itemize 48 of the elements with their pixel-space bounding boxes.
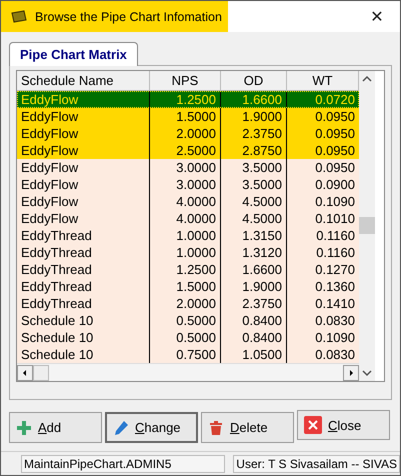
delete-button[interactable]: Delete: [201, 412, 294, 443]
table-row[interactable]: Schedule 10 0.5000 0.8400 0.1090: [17, 329, 359, 346]
pencil-icon: [113, 420, 129, 436]
table-cell-text: 0.1160: [315, 227, 356, 244]
table-row[interactable]: EddyThread 1.0000 1.3120 0.1160: [17, 244, 359, 261]
table-row[interactable]: EddyThread 1.0000 1.3150 0.1160: [17, 227, 359, 244]
table-row[interactable]: EddyFlow 1.5000 1.9000 0.0950: [17, 108, 359, 125]
trash-icon: [208, 420, 224, 436]
table-row[interactable]: EddyThread 1.2500 1.6600 0.1270: [17, 261, 359, 278]
table-row[interactable]: EddyFlow 4.0000 4.5000 0.1090: [17, 193, 359, 210]
change-button[interactable]: Change: [105, 412, 198, 443]
table-cell-text: 0.1360: [314, 278, 356, 295]
tab[interactable]: Pipe Chart Matrix: [9, 42, 138, 66]
table-row[interactable]: EddyFlow 4.0000 4.5000 0.1010: [17, 210, 359, 227]
table-cell-text: 0.1160: [315, 244, 356, 261]
table-cell-text: 0.1090: [314, 193, 356, 210]
table-cell-text: 0.0950: [314, 159, 356, 176]
table-row[interactable]: EddyFlow 3.0000 3.5000 0.0900: [17, 176, 359, 193]
status-panel: User: T S Sivasailam -- SIVAS: [233, 455, 400, 473]
add-button[interactable]: Add: [9, 412, 102, 443]
table-row[interactable]: EddyThread 1.5000 1.9000 0.1360: [17, 278, 359, 295]
plus-icon: [16, 420, 32, 436]
table-cell-text: 0.1090: [314, 329, 356, 346]
scroll-thumb[interactable]: [33, 364, 49, 380]
table-row[interactable]: Schedule 10 0.7500 1.0500 0.0830: [17, 346, 359, 363]
scroll-thumb[interactable]: [359, 217, 375, 234]
table-cell-text: 0.0950: [314, 108, 356, 125]
table-cell-text: 0.0720: [314, 91, 356, 108]
table-row[interactable]: EddyFlow 2.5000 2.8750 0.0950: [17, 142, 359, 159]
table-cell-text: 0.1010: [314, 210, 356, 227]
table-cell-text: 0.1270: [314, 261, 356, 278]
table-row[interactable]: EddyFlow 2.0000 2.3750 0.0950: [17, 125, 359, 142]
vertical-scrollbar[interactable]: [359, 71, 375, 381]
table-row[interactable]: Schedule 10 0.5000 0.8400 0.0830: [17, 312, 359, 329]
table-cell-text: 0.0950: [314, 142, 356, 159]
close-icon: [304, 416, 322, 434]
table-cell-text: 0.0830: [314, 312, 356, 329]
table-row[interactable]: EddyFlow 1.2500 1.6600 0.0720: [17, 91, 359, 108]
table-cell-text: 0.0900: [314, 176, 356, 193]
close-button[interactable]: Close: [297, 410, 390, 440]
status-panel: MaintainPipeChart.ADMIN5: [21, 455, 226, 473]
window-title: Browse the Pipe Chart Infomation: [35, 10, 222, 24]
table-cell-text: 0.0950: [314, 125, 356, 142]
horizontal-scrollbar[interactable]: [17, 363, 359, 381]
table-cell-text: 0.0830: [314, 346, 356, 363]
table-cell-text: 0.1410: [314, 295, 356, 312]
table-row[interactable]: EddyThread 2.0000 2.3750 0.1410: [17, 295, 359, 312]
table-row[interactable]: EddyFlow 3.0000 3.5000 0.0950: [17, 159, 359, 176]
